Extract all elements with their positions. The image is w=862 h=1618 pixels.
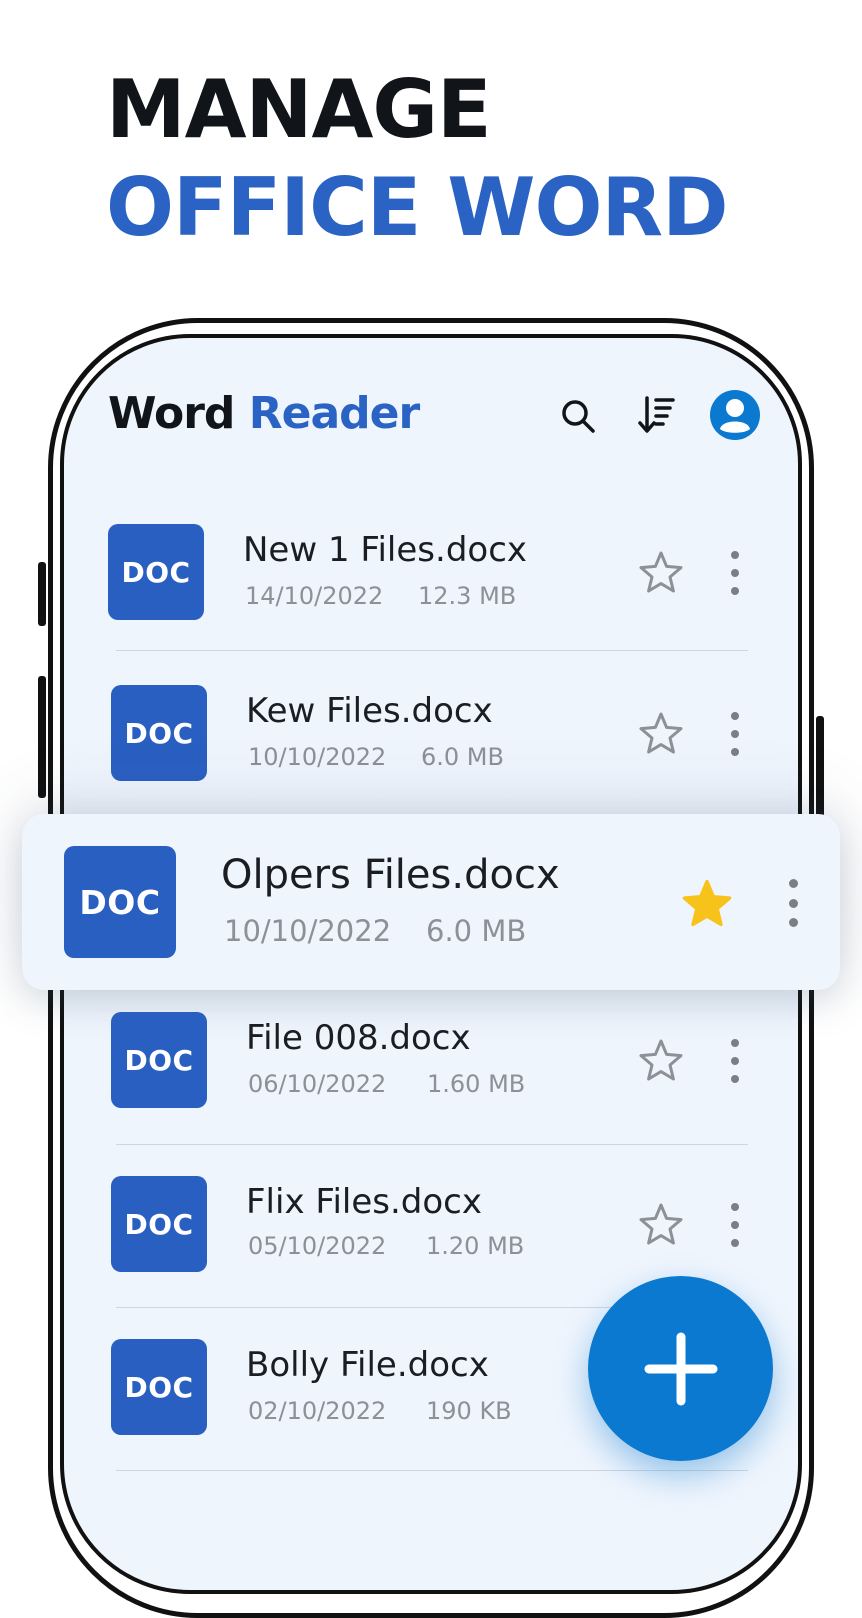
file-date: 14/10/2022	[245, 582, 384, 610]
file-size: 190 KB	[426, 1397, 512, 1425]
doc-file-icon: DOC	[64, 846, 176, 958]
star-filled-icon[interactable]	[681, 878, 733, 928]
more-options-icon[interactable]	[725, 712, 745, 756]
file-size: 6.0 MB	[426, 914, 527, 948]
file-date: 06/10/2022	[248, 1070, 387, 1098]
doc-file-icon: DOC	[111, 1339, 207, 1435]
search-icon	[562, 400, 595, 433]
file-date: 10/10/2022	[248, 743, 387, 771]
add-file-button[interactable]	[588, 1276, 773, 1461]
app-title-word: Word	[108, 388, 235, 439]
file-name[interactable]: File 008.docx	[246, 1018, 471, 1058]
phone-side-button	[38, 562, 46, 626]
file-date: 10/10/2022	[224, 914, 392, 948]
star-outline-icon[interactable]	[638, 1202, 684, 1246]
plus-icon	[644, 1332, 717, 1405]
file-name[interactable]: Kew Files.docx	[246, 691, 493, 731]
file-date: 05/10/2022	[248, 1232, 387, 1260]
search-button[interactable]	[556, 394, 600, 438]
star-outline-icon[interactable]	[638, 550, 684, 594]
file-size: 1.20 MB	[426, 1232, 525, 1260]
file-date: 02/10/2022	[248, 1397, 387, 1425]
doc-file-icon: DOC	[111, 1176, 207, 1272]
hero-line-1: MANAGE	[106, 63, 492, 156]
star-outline-icon[interactable]	[638, 711, 684, 755]
doc-file-icon: DOC	[108, 524, 204, 620]
star-outline-icon[interactable]	[638, 1038, 684, 1082]
doc-file-icon: DOC	[111, 685, 207, 781]
more-options-icon[interactable]	[725, 1203, 745, 1247]
more-options-icon[interactable]	[783, 879, 803, 927]
sort-button[interactable]	[634, 392, 678, 438]
doc-file-icon: DOC	[111, 1012, 207, 1108]
more-options-icon[interactable]	[725, 1039, 745, 1083]
file-name[interactable]: Olpers Files.docx	[221, 852, 560, 898]
app-title: Word Reader	[108, 388, 420, 439]
list-divider	[116, 1144, 748, 1145]
file-size: 12.3 MB	[418, 582, 517, 610]
list-divider	[116, 650, 748, 651]
account-button[interactable]	[709, 389, 761, 441]
hero-heading: MANAGE OFFICE WORD	[106, 62, 729, 258]
file-size: 6.0 MB	[421, 743, 504, 771]
file-name[interactable]: Flix Files.docx	[246, 1182, 482, 1222]
list-divider	[116, 1470, 748, 1471]
file-name[interactable]: Bolly File.docx	[246, 1345, 489, 1385]
file-size: 1.60 MB	[427, 1070, 526, 1098]
hero-line-2: OFFICE WORD	[106, 161, 729, 254]
sort-icon	[638, 396, 675, 433]
account-icon	[710, 390, 760, 440]
more-options-icon[interactable]	[725, 551, 745, 595]
phone-side-button	[38, 676, 46, 798]
app-title-reader: Reader	[248, 388, 420, 439]
file-name[interactable]: New 1 Files.docx	[243, 530, 527, 570]
